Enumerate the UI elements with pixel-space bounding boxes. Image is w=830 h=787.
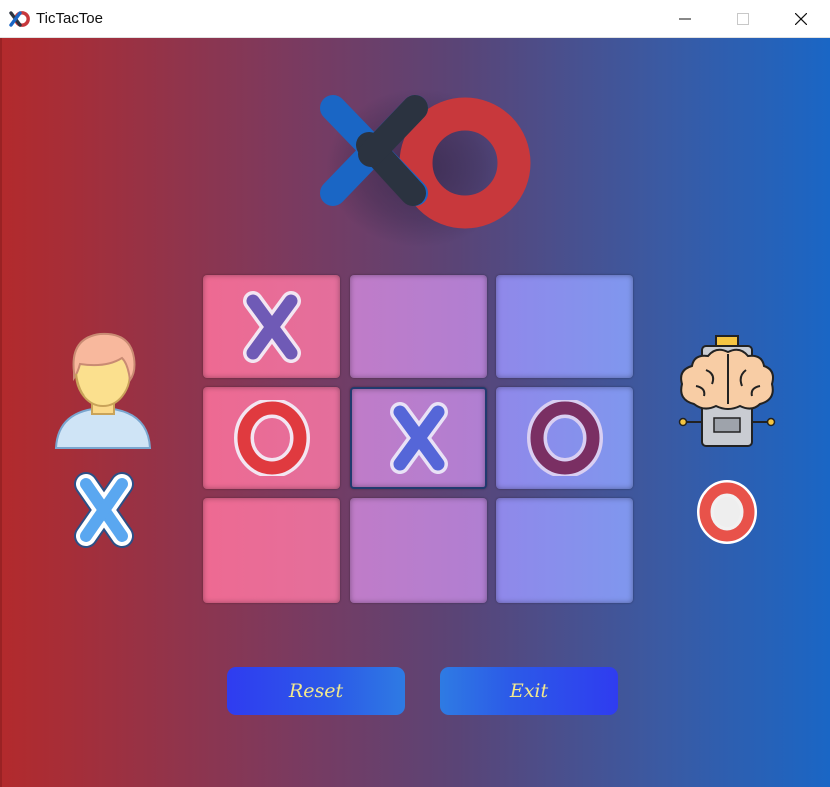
- board-cell-1-2[interactable]: [496, 387, 633, 489]
- close-icon: [795, 13, 807, 25]
- board-cell-0-0[interactable]: [203, 275, 340, 378]
- user-icon: [54, 332, 152, 449]
- human-mark-x-icon: [74, 472, 134, 548]
- board-cell-2-0[interactable]: [203, 498, 340, 603]
- board-cell-2-2[interactable]: [496, 498, 633, 603]
- maximize-button[interactable]: [714, 0, 772, 38]
- reset-button[interactable]: Reset: [227, 667, 405, 715]
- minimize-icon: [679, 18, 691, 20]
- board-cell-2-1[interactable]: [350, 498, 487, 603]
- app-window: TicTacToe Reset Exit: [0, 0, 830, 787]
- close-button[interactable]: [772, 0, 830, 38]
- maximize-icon: [737, 13, 749, 25]
- robot-brain-icon: [678, 335, 776, 447]
- x-mark-icon: [242, 290, 301, 363]
- exit-button[interactable]: Exit: [440, 667, 618, 715]
- board-cell-1-0[interactable]: [203, 387, 340, 489]
- window-title: TicTacToe: [36, 10, 103, 27]
- title-bar[interactable]: TicTacToe: [0, 0, 830, 38]
- game-area: Reset Exit: [0, 38, 830, 787]
- o-mark-icon: [526, 400, 603, 476]
- minimize-button[interactable]: [656, 0, 714, 38]
- board-cell-0-2[interactable]: [496, 275, 633, 378]
- app-logo-icon: [9, 11, 30, 27]
- board-cell-0-1[interactable]: [350, 275, 487, 378]
- window-edge: [0, 38, 2, 787]
- x-mark-icon: [389, 402, 448, 474]
- board-cell-1-1[interactable]: [350, 387, 487, 489]
- computer-mark-o-icon: [697, 480, 757, 544]
- o-mark-icon: [233, 400, 310, 476]
- game-board: [203, 275, 635, 607]
- tictactoe-logo-icon: [320, 95, 531, 229]
